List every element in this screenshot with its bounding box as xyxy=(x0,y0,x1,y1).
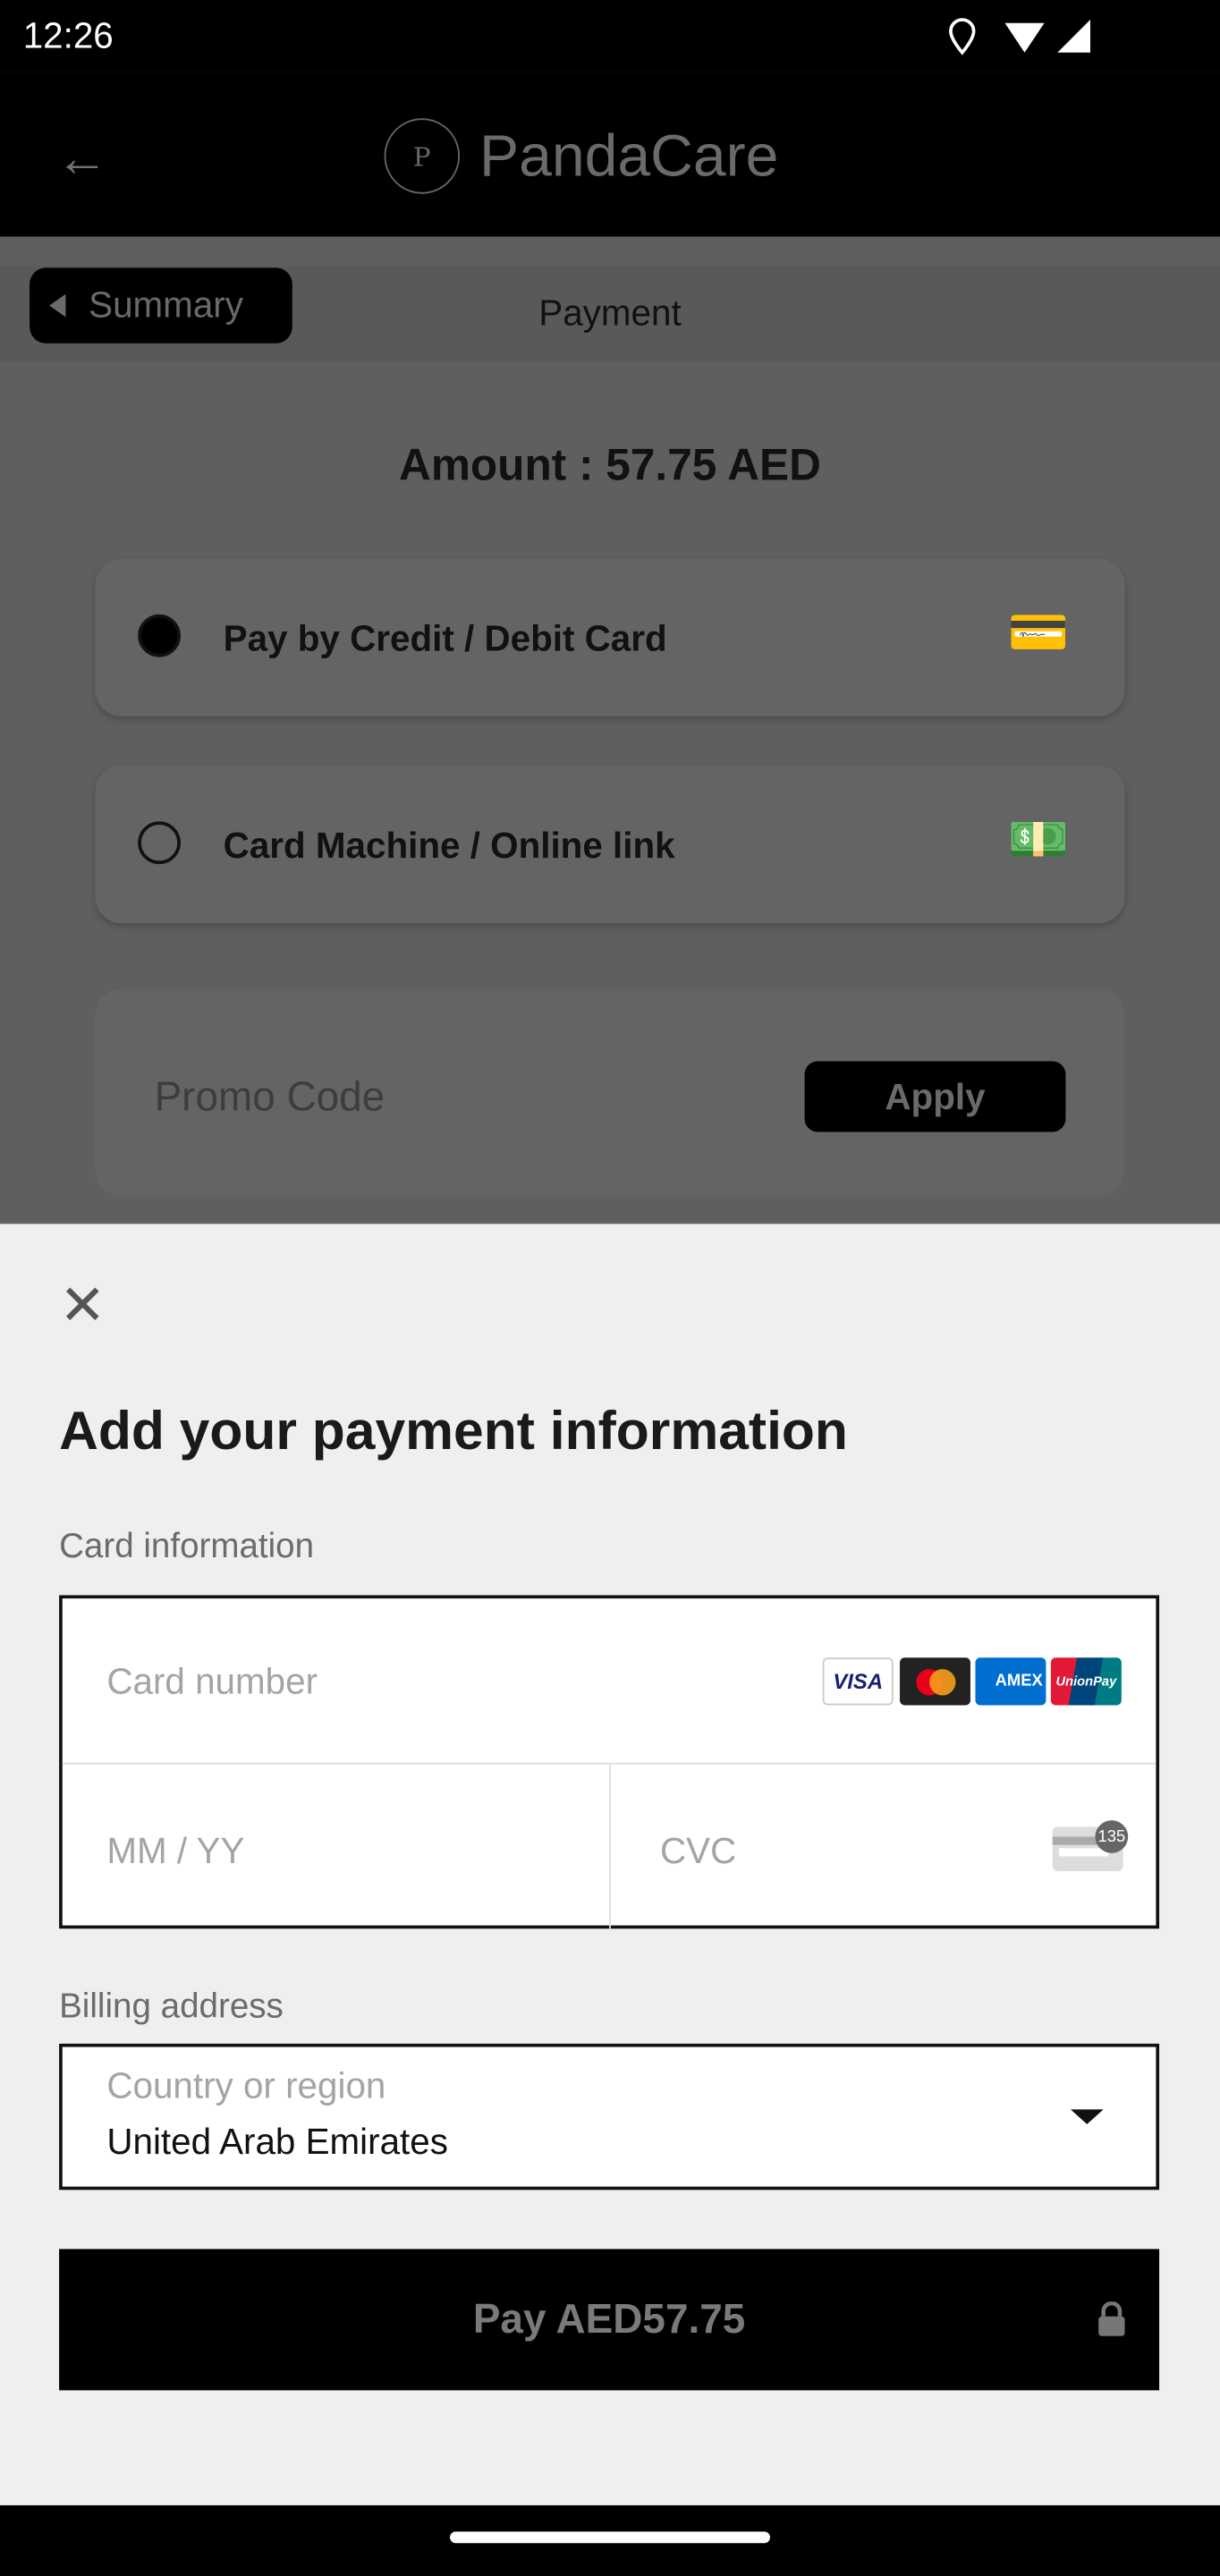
amount-text: Amount : 57.75 AED xyxy=(399,440,821,490)
cash-icon: 💵 xyxy=(1007,813,1070,868)
chevron-down-icon xyxy=(1070,2109,1104,2124)
radio-unselected[interactable] xyxy=(138,821,181,865)
card-number-input[interactable]: Card number xyxy=(106,1661,318,1704)
radio-selected[interactable] xyxy=(138,614,181,657)
option-label: Card Machine / Online link xyxy=(223,825,675,866)
country-select[interactable]: Country or region United Arab Emirates xyxy=(59,2043,1160,2190)
close-icon[interactable]: ✕ xyxy=(59,1278,106,1334)
option-card-machine[interactable]: Card Machine / Online link 💵 xyxy=(95,765,1125,924)
logo: P xyxy=(384,118,461,194)
amex-icon: AMEX xyxy=(975,1657,1046,1706)
cvc-hint: 135 xyxy=(1095,1820,1129,1853)
brand-name: PandaCare xyxy=(479,121,779,190)
wifi-icon xyxy=(1004,22,1045,53)
credit-card-icon: 💳 xyxy=(1007,606,1070,661)
option-credit-card[interactable]: Pay by Credit / Debit Card 💳 xyxy=(95,558,1125,716)
status-time: 12:26 xyxy=(22,14,114,56)
card-fields: Card number VISA AMEX UnionPay MM / YY C… xyxy=(59,1595,1160,1929)
screen: 12:26 ← P PandaCare Summary Payment Amou… xyxy=(0,0,1220,2576)
lock-icon xyxy=(1098,2301,1125,2336)
country-value: United Arab Emirates xyxy=(106,2121,448,2163)
signal-icon xyxy=(1057,20,1090,53)
location-icon xyxy=(949,18,976,55)
navigation-bar xyxy=(0,2504,1220,2576)
sheet-title: Add your payment information xyxy=(59,1399,848,1461)
back-arrow-icon[interactable]: ← xyxy=(55,128,108,189)
divider xyxy=(609,1764,611,1929)
expiry-input[interactable]: MM / YY xyxy=(106,1830,244,1873)
promo-card: Promo Code Apply xyxy=(95,988,1125,1197)
promo-code-input[interactable]: Promo Code xyxy=(155,1074,385,1122)
card-info-label: Card information xyxy=(59,1528,315,1566)
cvc-card-icon: 135 xyxy=(1052,1820,1129,1872)
country-label: Country or region xyxy=(106,2064,386,2106)
page-title: Payment xyxy=(538,292,682,334)
pay-button[interactable]: Pay AED57.75 xyxy=(59,2249,1160,2391)
pay-label: Pay AED57.75 xyxy=(472,2295,746,2343)
status-icons xyxy=(949,18,1090,55)
mastercard-icon xyxy=(900,1657,970,1706)
unionpay-icon: UnionPay xyxy=(1050,1657,1122,1706)
home-gesture-handle[interactable] xyxy=(450,2531,770,2544)
status-bar: 12:26 xyxy=(0,0,1220,72)
visa-icon: VISA xyxy=(822,1657,894,1706)
cvc-input[interactable]: CVC xyxy=(660,1830,736,1873)
apply-button[interactable]: Apply xyxy=(804,1061,1066,1132)
option-label: Pay by Credit / Debit Card xyxy=(223,617,667,659)
billing-label: Billing address xyxy=(59,1987,284,2026)
